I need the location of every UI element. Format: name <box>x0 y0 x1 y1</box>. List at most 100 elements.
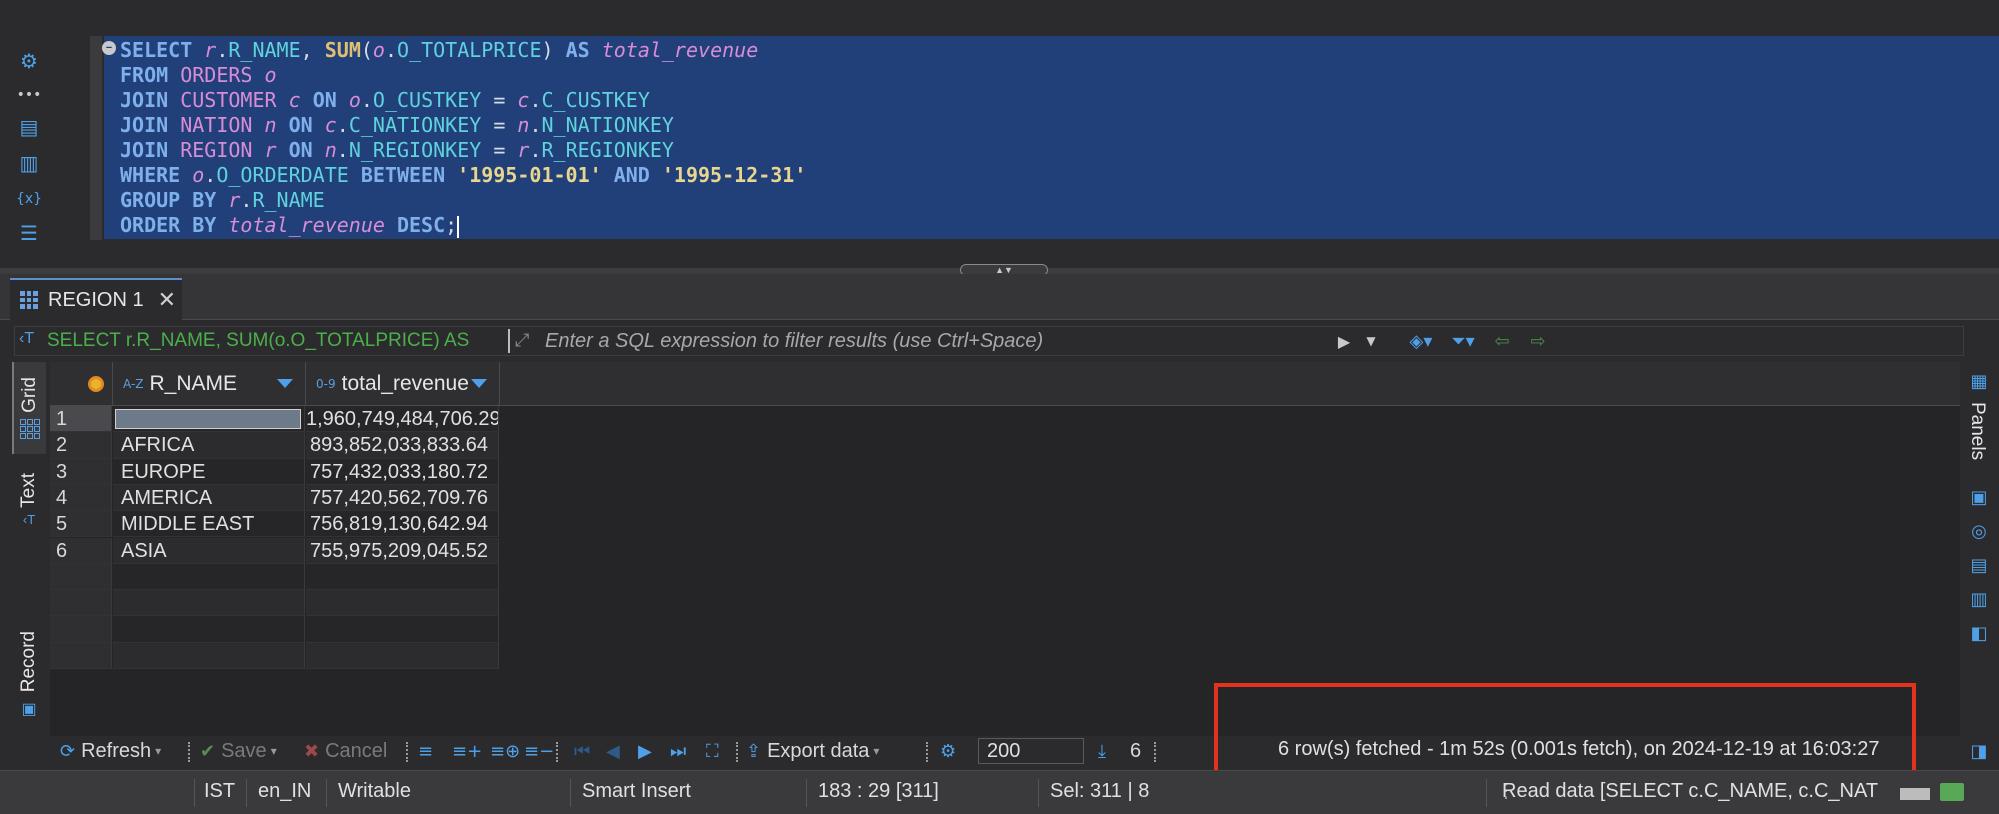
row-number[interactable]: 3 <box>50 458 112 485</box>
table-row[interactable]: 6 ASIA 755,975,209,045.52 <box>50 537 1960 564</box>
status-background-task[interactable]: Read data [SELECT c.C_NAME, c.C_NAT <box>1502 771 1894 814</box>
gear-icon[interactable]: ⚙ <box>940 736 956 766</box>
table-row[interactable]: 4 AMERICA 757,420,562,709.76 <box>50 484 1960 512</box>
edit-row-icon[interactable]: ≡ <box>418 736 433 766</box>
layout-icon[interactable]: ◎ <box>1968 520 1990 542</box>
cancel-button[interactable]: ✖ Cancel <box>304 736 387 766</box>
panel-toggle-icon[interactable]: ◨ <box>1968 740 1990 762</box>
cell-r-name[interactable]: MIDDLE EAST <box>113 511 305 538</box>
save-button[interactable]: ✔ Save ▾ <box>200 736 277 766</box>
fetch-all-icon[interactable]: ⛶ <box>706 736 719 766</box>
back-icon[interactable]: ⇦ <box>1485 328 1519 354</box>
cell-total-revenue[interactable]: 893,852,033,833.64 <box>306 432 499 459</box>
fetch-size-input[interactable]: 200 <box>978 738 1084 764</box>
cell-total-revenue[interactable] <box>306 642 499 669</box>
table-row[interactable]: 2 AFRICA 893,852,033,833.64 <box>50 432 1960 459</box>
row-number[interactable]: 2 <box>50 432 112 459</box>
cell-r-name[interactable] <box>113 563 305 591</box>
grid-settings-icon[interactable]: ▤ <box>1968 554 1990 576</box>
tab-grid[interactable]: Grid <box>12 362 46 454</box>
eraser-icon[interactable]: ◈▾ <box>1401 328 1441 354</box>
status-timezone[interactable]: IST <box>204 771 235 814</box>
export-data-button[interactable]: ⇪ Export data ▾ <box>746 736 879 766</box>
sidebar-icon[interactable]: ◧ <box>1968 622 1990 644</box>
cell-total-revenue[interactable]: 757,432,033,180.72 <box>306 458 499 485</box>
cell-r-name[interactable]: EUROPE <box>113 458 305 485</box>
sql-editor[interactable]: ⚙ ••• ▤ ▥ {x} ☰ SELECT r.R_NAME, SUM(o.O… <box>0 0 1999 268</box>
row-count-icon[interactable]: ⤓ <box>1098 736 1106 766</box>
variables-icon[interactable]: {x} <box>16 186 42 212</box>
cell-r-name[interactable]: AFRICA <box>113 432 305 459</box>
calendar-icon[interactable]: ▥ <box>1968 588 1990 610</box>
cell-total-revenue[interactable]: 756,819,130,642.94 <box>306 511 499 538</box>
row-number[interactable] <box>50 616 112 643</box>
row-number[interactable]: 5 <box>50 511 112 538</box>
table-row[interactable]: 3 EUROPE 757,432,033,180.72 <box>50 458 1960 485</box>
gear-icon[interactable]: ⚙ <box>16 48 42 74</box>
properties-icon[interactable]: ▣ <box>1968 486 1990 508</box>
previous-page-icon[interactable]: ◀ <box>606 736 620 766</box>
expand-icon[interactable]: ⤢ <box>515 330 529 351</box>
row-number[interactable] <box>50 642 112 669</box>
sort-icon[interactable] <box>277 379 293 388</box>
cell-r-name[interactable] <box>113 590 305 617</box>
table-row[interactable]: 5 MIDDLE EAST 756,819,130,642.94 <box>50 511 1960 538</box>
forward-icon[interactable]: ⇨ <box>1521 328 1555 354</box>
database-icon[interactable] <box>1940 783 1964 801</box>
row-number[interactable]: 1 <box>50 406 112 433</box>
delete-row-icon[interactable]: ≡− <box>524 736 554 766</box>
cell-r-name[interactable]: ASIA <box>113 537 305 564</box>
cell-r-name[interactable]: AMERICA <box>113 484 305 512</box>
cell-r-name[interactable] <box>113 642 305 669</box>
row-number[interactable]: 6 <box>50 537 112 564</box>
new-script-icon[interactable]: ▤ <box>16 114 42 140</box>
cell-total-revenue[interactable]: 1,960,749,484,706.29 <box>306 406 499 433</box>
script-error-icon[interactable]: ▥ <box>16 150 42 176</box>
next-page-icon[interactable]: ▶ <box>638 736 652 766</box>
chevron-down-icon[interactable]: ▾ <box>155 744 161 758</box>
filter-icon[interactable]: ⏷▾ <box>1443 328 1483 354</box>
status-mode[interactable]: Writable <box>338 771 411 814</box>
status-cursor-position[interactable]: 183 : 29 [311] <box>818 771 939 814</box>
results-grid[interactable]: A-Z R_NAME 0-9 total_revenue 1 1,960,749,… <box>50 362 1960 736</box>
refresh-button[interactable]: ⟳ Refresh ▾ <box>60 736 161 766</box>
cell-total-revenue[interactable] <box>306 563 499 591</box>
more-icon[interactable]: ••• <box>16 82 42 108</box>
last-page-icon[interactable]: ⏭ <box>670 736 686 766</box>
status-locale[interactable]: en_IN <box>258 771 311 814</box>
column-header-total-revenue[interactable]: 0-9 total_revenue <box>306 362 500 406</box>
table-row[interactable]: 1 1,960,749,484,706.29 <box>50 406 1960 433</box>
panels-icon[interactable]: ▦ <box>1968 370 1990 392</box>
copy-row-icon[interactable]: ≡⊕ <box>490 736 520 766</box>
cell-r-name[interactable] <box>113 406 305 433</box>
chevron-down-icon[interactable]: ▾ <box>271 744 277 758</box>
filter-history-icon[interactable]: ▼ <box>1359 328 1383 354</box>
cell-total-revenue[interactable] <box>306 590 499 617</box>
close-icon[interactable]: ✕ <box>158 287 176 313</box>
selected-cell[interactable] <box>115 409 301 430</box>
tab-region-1[interactable]: REGION 1 ✕ <box>10 278 182 320</box>
apply-filter-icon[interactable]: ▶ <box>1333 328 1355 354</box>
chevron-down-icon[interactable]: ▾ <box>873 744 879 758</box>
row-number-header[interactable] <box>50 362 113 406</box>
outline-icon[interactable]: ☰ <box>16 220 42 246</box>
first-page-icon[interactable]: ⏮ <box>574 736 590 766</box>
row-number[interactable] <box>50 590 112 617</box>
cell-total-revenue[interactable]: 755,975,209,045.52 <box>306 537 499 564</box>
tab-text[interactable]: Text ‹T <box>12 460 46 540</box>
status-insert-mode[interactable]: Smart Insert <box>582 771 691 814</box>
tab-record[interactable]: Record ▣ <box>12 620 46 730</box>
code-selection[interactable]: SELECT r.R_NAME, SUM(o.O_TOTALPRICE) AS … <box>104 36 1999 239</box>
sort-icon[interactable] <box>471 379 487 388</box>
panels-label[interactable]: Panels <box>1966 402 1988 460</box>
cell-total-revenue[interactable] <box>306 616 499 643</box>
cell-total-revenue[interactable]: 757,420,562,709.76 <box>306 484 499 512</box>
fold-toggle-icon[interactable]: − <box>102 41 116 55</box>
add-row-icon[interactable]: ≡+ <box>452 736 482 766</box>
filter-query-text[interactable]: SELECT r.R_NAME, SUM(o.O_TOTALPRICE) AS <box>47 330 469 352</box>
row-number[interactable] <box>50 563 112 591</box>
column-header-r-name[interactable]: A-Z R_NAME <box>113 362 306 406</box>
row-number[interactable]: 4 <box>50 484 112 512</box>
select-all-icon[interactable] <box>88 376 104 392</box>
cell-r-name[interactable] <box>113 616 305 643</box>
